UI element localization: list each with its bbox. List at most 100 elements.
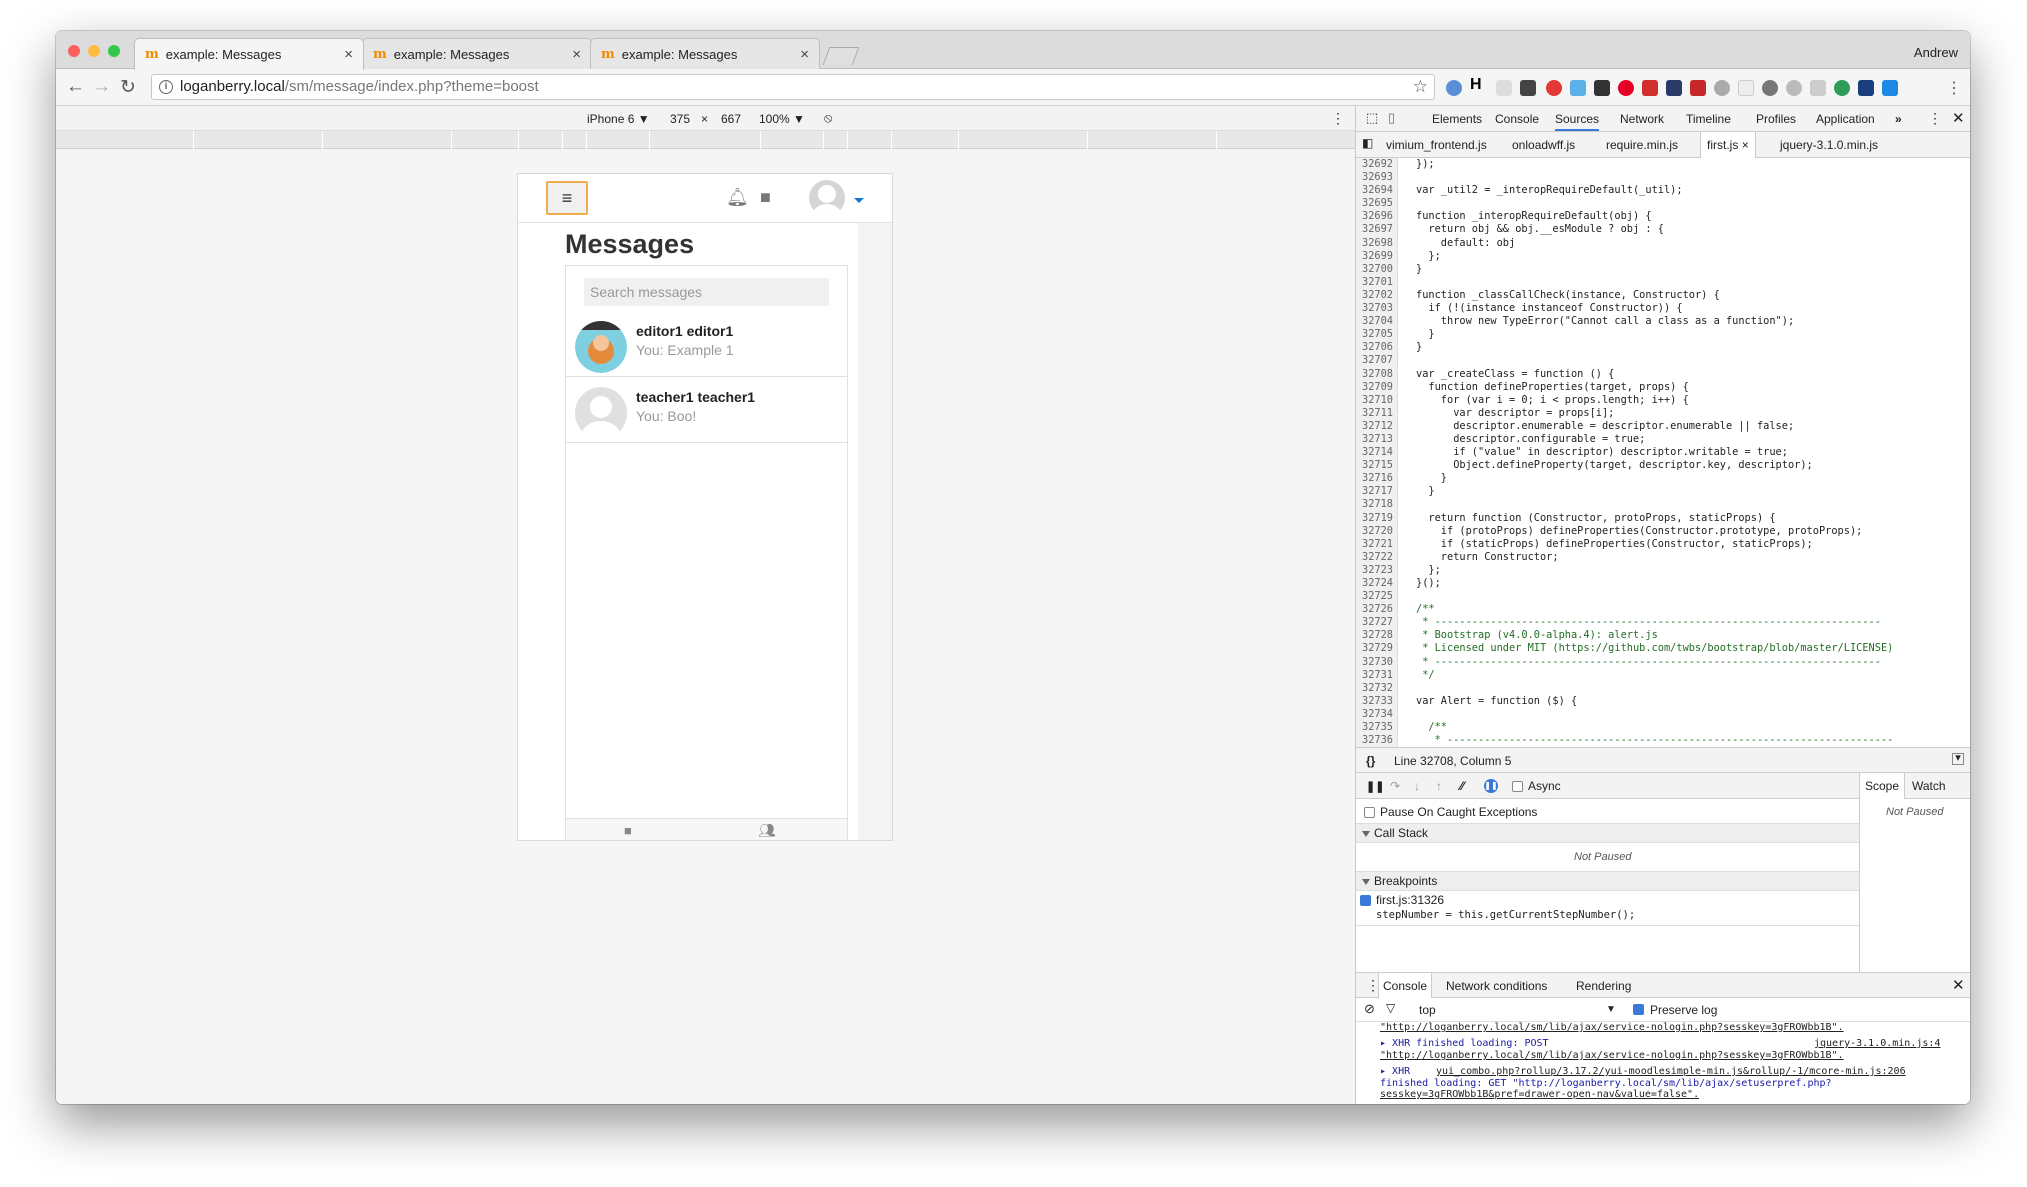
line-number[interactable]: 32716 [1356,472,1393,485]
browser-menu-icon[interactable]: ⋮ [1946,78,1962,98]
line-number[interactable]: 32712 [1356,420,1393,433]
code-line[interactable]: var descriptor = props[i]; [1416,407,1893,420]
code-line[interactable]: function _interopRequireDefault(obj) { [1416,210,1893,223]
filter-icon[interactable]: ▽ [1386,1001,1395,1015]
code-line[interactable]: default: obj [1416,237,1893,250]
log-source[interactable]: jquery-3.1.0.min.js:4 [1814,1038,1940,1050]
line-number[interactable]: 32698 [1356,237,1393,250]
console-prompt[interactable]: > [1364,1102,1370,1104]
drawer-tab-rendering[interactable]: Rendering [1576,979,1631,993]
source-text[interactable]: }); var _util2 = _interopRequireDefault(… [1416,158,1893,747]
extension-icon[interactable] [1738,80,1754,96]
zoom-select[interactable]: 100% ▼ [759,112,805,126]
tab-console[interactable]: Console [1495,112,1539,126]
tab-network[interactable]: Network [1620,112,1664,126]
browser-tab-2[interactable]: m example: Messages × [362,38,592,70]
extension-icon[interactable] [1834,80,1850,96]
preserve-log-checkbox[interactable] [1633,1004,1644,1015]
extension-icon[interactable] [1570,80,1586,96]
pause-icon[interactable]: ❚❚ [1366,780,1384,793]
line-number[interactable]: 32733 [1356,695,1393,708]
line-number[interactable]: 32728 [1356,629,1393,642]
line-number[interactable]: 32736 [1356,734,1393,747]
code-line[interactable]: */ [1416,669,1893,682]
line-number[interactable]: 32693 [1356,171,1393,184]
line-number[interactable]: 32723 [1356,564,1393,577]
code-line[interactable]: Object.defineProperty(target, descriptor… [1416,459,1893,472]
breakpoint-location[interactable]: first.js:31326 [1376,893,1444,907]
close-tab-icon[interactable]: × [800,46,809,63]
more-tabs-icon[interactable]: » [1895,112,1902,126]
tab-watch[interactable]: Watch [1912,779,1946,793]
code-line[interactable]: var Alert = function ($) { [1416,695,1893,708]
back-arrow-icon[interactable]: ← [66,76,85,98]
log-url[interactable]: sesskey=3gFROWbb1B&pref=drawer-open-nav&… [1380,1089,1699,1101]
line-number[interactable]: 32711 [1356,407,1393,420]
tab-scope[interactable]: Scope [1860,773,1906,799]
code-line[interactable]: return Constructor; [1416,551,1893,564]
drawer-tab-console[interactable]: Console [1378,973,1433,999]
new-tab-button[interactable] [822,47,860,65]
line-number[interactable]: 32720 [1356,525,1393,538]
line-number[interactable]: 32708 [1356,368,1393,381]
toggle-debugger-icon[interactable]: ▾ [1952,753,1964,765]
line-number[interactable]: 32701 [1356,276,1393,289]
line-number[interactable]: 32702 [1356,289,1393,302]
line-number[interactable]: 32692 [1356,158,1393,171]
file-tab[interactable]: onloadwff.js [1512,138,1575,152]
line-number[interactable]: 32703 [1356,302,1393,315]
code-line[interactable]: if (!(instance instanceof Constructor)) … [1416,302,1893,315]
extension-icon[interactable] [1858,80,1874,96]
line-number[interactable]: 32725 [1356,590,1393,603]
code-line[interactable]: } [1416,328,1893,341]
step-out-icon[interactable]: ↑ [1436,779,1442,793]
line-number[interactable]: 32731 [1356,669,1393,682]
line-number[interactable]: 32697 [1356,223,1393,236]
deactivate-breakpoints-icon[interactable]: ⁄⁄ [1460,779,1464,793]
pinterest-extension-icon[interactable] [1618,80,1634,96]
user-avatar[interactable] [809,180,845,216]
breakpoint-checkbox[interactable] [1360,895,1371,906]
browser-tab-1[interactable]: m example: Messages × [134,38,364,70]
device-menu-icon[interactable]: ⋮ [1331,110,1345,127]
extension-icon[interactable] [1594,80,1610,96]
user-menu-caret-icon[interactable] [854,198,864,203]
code-line[interactable]: }); [1416,158,1893,171]
code-line[interactable] [1416,498,1893,511]
extension-icon[interactable] [1520,80,1536,96]
pause-caught-checkbox[interactable] [1364,807,1375,818]
drawer-tab-network-conditions[interactable]: Network conditions [1446,979,1547,993]
code-line[interactable] [1416,354,1893,367]
inspect-element-icon[interactable]: ⬚ [1366,110,1378,126]
extension-icon[interactable] [1446,80,1462,96]
line-number[interactable]: 32706 [1356,341,1393,354]
contacts-tab-icon[interactable]: 👥︎ [758,822,776,839]
hypothesis-extension-icon[interactable]: H [1470,76,1486,93]
file-tab[interactable]: require.min.js [1606,138,1678,152]
file-tab[interactable]: jquery-3.1.0.min.js [1780,138,1878,152]
pretty-print-button[interactable]: {} [1366,754,1375,768]
context-dropdown-icon[interactable]: ▼ [1606,1004,1616,1015]
code-line[interactable]: } [1416,485,1893,498]
search-messages-input[interactable]: Search messages [584,278,829,306]
line-number[interactable]: 32696 [1356,210,1393,223]
extension-icon[interactable] [1496,80,1512,96]
code-line[interactable]: var _util2 = _interopRequireDefault(_uti… [1416,184,1893,197]
line-number[interactable]: 32724 [1356,577,1393,590]
line-number[interactable]: 32709 [1356,381,1393,394]
line-number[interactable]: 32710 [1356,394,1393,407]
extension-icon[interactable] [1690,80,1706,96]
line-number[interactable]: 32713 [1356,433,1393,446]
tab-application[interactable]: Application [1816,112,1875,126]
devtools-menu-icon[interactable]: ⋮ [1928,110,1942,127]
bookmark-star-icon[interactable]: ☆ [1413,75,1428,99]
zoom-window-button[interactable] [108,45,120,57]
line-number[interactable]: 32717 [1356,485,1393,498]
rotate-icon[interactable]: ⦸ [824,110,832,126]
code-line[interactable]: }(); [1416,577,1893,590]
code-line[interactable] [1416,276,1893,289]
step-over-icon[interactable]: ↷ [1390,779,1400,793]
code-line[interactable]: descriptor.configurable = true; [1416,433,1893,446]
line-number[interactable]: 32719 [1356,512,1393,525]
log-url[interactable]: "http://loganberry.local/sm/lib/ajax/ser… [1380,1022,1844,1034]
